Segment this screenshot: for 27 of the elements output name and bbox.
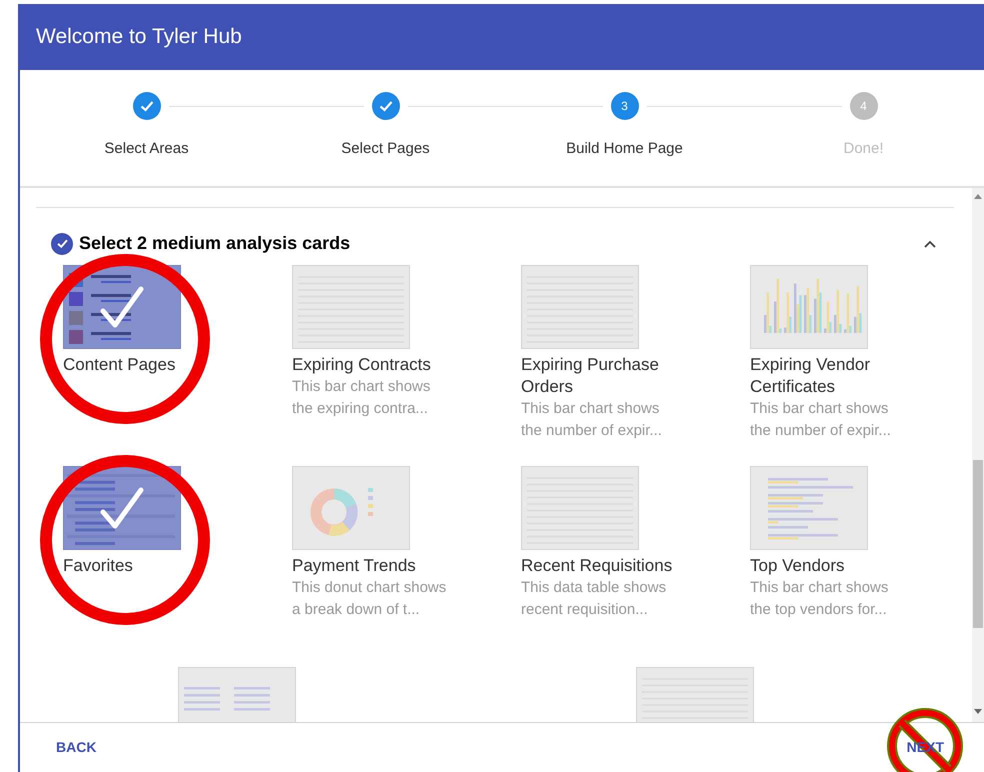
card-description: This bar chart shows the top vendors for... — [750, 578, 890, 620]
scrollbar[interactable] — [972, 188, 984, 722]
card-description: This data table shows recent requisition... — [521, 578, 668, 620]
step-label: Done! — [843, 139, 884, 159]
section-title: Select 2 medium analysis cards — [79, 232, 350, 255]
step-number: 3 — [610, 92, 638, 120]
card-title: Expiring Contracts — [292, 354, 432, 376]
card-title: Top Vendors — [750, 555, 846, 577]
card-description: This bar chart shows the number of expir... — [750, 399, 892, 441]
step-label: Build Home Page — [566, 139, 683, 159]
card-description: This bar chart shows the expiring contra... — [292, 377, 432, 419]
window-title: Welcome to Tyler Hub — [36, 24, 242, 50]
back-button[interactable]: BACK — [56, 737, 96, 758]
card-title: Payment Trends — [292, 555, 417, 577]
step-label: Select Areas — [104, 139, 189, 159]
card-title: Recent Requisitions — [521, 555, 674, 577]
card-title: Favorites — [63, 555, 134, 577]
step-number: 4 — [850, 92, 878, 120]
card-title: Content Pages — [63, 354, 176, 376]
scroll-down-icon[interactable] — [974, 709, 982, 714]
card-title: Expiring Vendor Certificates — [750, 354, 872, 398]
card-title: Expiring Purchase Orders — [521, 354, 660, 398]
scroll-up-icon[interactable] — [974, 194, 982, 199]
card-description: This bar chart shows the number of expir... — [521, 399, 663, 441]
step-label: Select Pages — [341, 139, 430, 159]
card-description: This donut chart shows a break down of t... — [292, 578, 448, 620]
scrollbar-thumb[interactable] — [973, 460, 983, 628]
